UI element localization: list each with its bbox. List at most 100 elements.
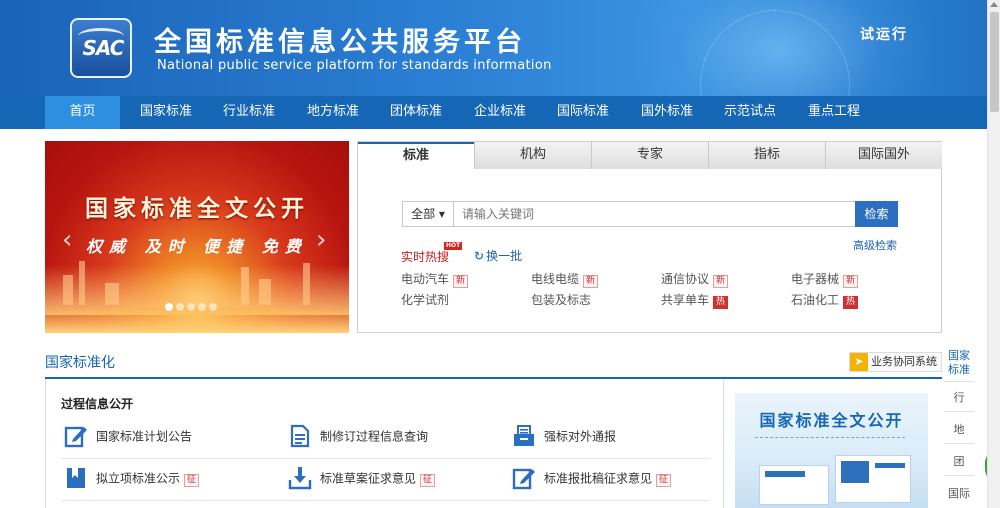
promo-bar: [765, 471, 805, 477]
main-nav: 首页 国家标准 行业标准 地方标准 团体标准 企业标准 国际标准 国外标准 示范…: [0, 96, 987, 129]
link-plan-announcement[interactable]: 国家标准计划公告: [64, 424, 192, 448]
scroll-thumb[interactable]: [990, 12, 999, 112]
advanced-search-link[interactable]: 高级检索: [853, 237, 897, 253]
carousel-dot[interactable]: [198, 303, 206, 311]
carousel[interactable]: 国家标准全文公开 权威 及时 便捷 免费 ‹ ›: [45, 141, 349, 333]
hot-keyword[interactable]: 通信协议新: [661, 270, 729, 288]
link-label: 强标对外通报: [544, 429, 617, 444]
keyword-text: 化学试剂: [401, 293, 450, 307]
hot-keyword[interactable]: 石油化工热: [791, 291, 859, 309]
promo-bar: [875, 463, 905, 468]
keyword-text: 电动汽车: [401, 272, 450, 286]
link-label: 标准草案征求意见: [320, 471, 417, 486]
full-text-promo-image[interactable]: 国家标准全文公开: [735, 393, 928, 508]
hot-keyword[interactable]: 共享单车热: [661, 291, 729, 309]
tab-indicator[interactable]: 指标: [708, 142, 825, 169]
link-approval-draft-comments[interactable]: 标准报批稿征求意见征: [512, 466, 672, 490]
hot-keyword[interactable]: 化学试剂: [401, 291, 449, 308]
carousel-dot[interactable]: [165, 303, 173, 311]
search-panel: 标准 机构 专家 指标 国际国外 全部 ▾ 检索 高级检索 实时热搜 HOT ↻…: [357, 141, 942, 333]
vtab-divider: [944, 411, 974, 412]
site-title-en: National public service platform for sta…: [157, 58, 552, 73]
vtab-divider: [944, 443, 974, 444]
keyword-text: 共享单车: [661, 293, 710, 307]
search-input[interactable]: [453, 201, 856, 227]
chevron-left-icon[interactable]: ‹: [62, 227, 78, 253]
carousel-subtitle: 权威 及时 便捷 免费: [86, 237, 308, 256]
keyword-text: 电子器械: [791, 272, 840, 286]
edit-document-icon: [64, 424, 88, 448]
carousel-dot[interactable]: [209, 303, 217, 311]
vtab-local[interactable]: 地: [944, 421, 974, 437]
tab-international[interactable]: 国际国外: [825, 142, 942, 169]
new-tag: 新: [713, 275, 729, 288]
new-tag: 新: [453, 275, 469, 288]
inbox-icon: [512, 424, 536, 448]
solicit-tag: 征: [656, 473, 672, 487]
link-label: 标准报批稿征求意见: [544, 471, 653, 486]
nav-item-home[interactable]: 首页: [45, 96, 120, 129]
scope-select-value: 全部: [411, 207, 436, 221]
nav-item-international[interactable]: 国际标准: [541, 96, 625, 129]
document-list-icon: [288, 424, 312, 448]
link-proposal-publicity[interactable]: 拟立项标准公示征: [64, 466, 200, 490]
light-glow: [45, 307, 349, 333]
business-system-button[interactable]: ➤ 业务协同系统: [849, 352, 942, 372]
refresh-label: 换一批: [486, 249, 523, 263]
vtab-group[interactable]: 团: [944, 453, 974, 469]
hot-keyword[interactable]: 电线电缆新: [531, 270, 599, 288]
page-scrollbar[interactable]: [987, 0, 1000, 508]
caret-down-icon: ▾: [438, 207, 445, 221]
hot-tag: 热: [713, 296, 729, 309]
vtab-industry[interactable]: 行: [944, 389, 974, 405]
row-divider: [61, 500, 710, 501]
solicit-tag: 征: [184, 473, 200, 487]
hot-keyword[interactable]: 电子器械新: [791, 270, 859, 288]
hot-tag: 热: [843, 296, 859, 309]
nav-item-key-project[interactable]: 重点工程: [792, 96, 876, 129]
scroll-up-icon[interactable]: [990, 2, 998, 7]
carousel-dot[interactable]: [176, 303, 184, 311]
section-title: 国家标准化: [45, 355, 115, 371]
send-icon: ➤: [850, 353, 868, 371]
link-label: 拟立项标准公示: [96, 471, 181, 486]
pen-icon: [512, 466, 536, 490]
new-tag: 新: [843, 275, 859, 288]
carousel-dot[interactable]: [187, 303, 195, 311]
nav-item-local[interactable]: 地方标准: [291, 96, 375, 129]
link-mandatory-notification[interactable]: 强标对外通报: [512, 424, 616, 448]
business-system-label: 业务协同系统: [871, 355, 937, 368]
vtab-international[interactable]: 国际: [944, 485, 974, 501]
hot-keyword[interactable]: 包装及标志: [531, 291, 591, 308]
carousel-dots: [165, 296, 220, 311]
keyword-text: 通信协议: [661, 272, 710, 286]
search-row: 全部 ▾ 检索: [402, 201, 898, 227]
vertical-tabs: 国家标准 行 地 团 国际: [944, 343, 987, 508]
vtab-national[interactable]: 国家标准: [944, 349, 974, 377]
hot-keyword[interactable]: 电动汽车新: [401, 270, 469, 288]
sac-logo[interactable]: SAC: [70, 18, 132, 78]
carousel-title: 国家标准全文公开: [85, 196, 309, 222]
nav-item-foreign[interactable]: 国外标准: [625, 96, 709, 129]
header-banner: SAC 全国标准信息公共服务平台 National public service…: [0, 0, 987, 96]
promo-decoration: [755, 437, 905, 443]
solicit-tag: 征: [420, 473, 436, 487]
hot-search-label: 实时热搜: [401, 250, 450, 264]
promo-block: [841, 461, 869, 483]
scope-select[interactable]: 全部 ▾: [402, 201, 454, 227]
link-revision-query[interactable]: 制修订过程信息查询: [288, 424, 428, 448]
nav-item-enterprise[interactable]: 企业标准: [458, 96, 542, 129]
nav-item-pilot[interactable]: 示范试点: [708, 96, 792, 129]
link-draft-comments[interactable]: 标准草案征求意见征: [288, 466, 436, 490]
nav-item-industry[interactable]: 行业标准: [207, 96, 291, 129]
nav-item-national[interactable]: 国家标准: [124, 96, 208, 129]
tab-expert[interactable]: 专家: [591, 142, 708, 169]
promo-title: 国家标准全文公开: [759, 411, 904, 430]
nav-item-group[interactable]: 团体标准: [374, 96, 458, 129]
search-button[interactable]: 检索: [855, 201, 898, 227]
site-title: 全国标准信息公共服务平台: [154, 27, 526, 58]
refresh-button[interactable]: ↻ 换一批: [474, 247, 522, 264]
tab-organization[interactable]: 机构: [474, 142, 591, 169]
chevron-right-icon[interactable]: ›: [316, 227, 332, 253]
tab-standard[interactable]: 标准: [358, 142, 474, 169]
